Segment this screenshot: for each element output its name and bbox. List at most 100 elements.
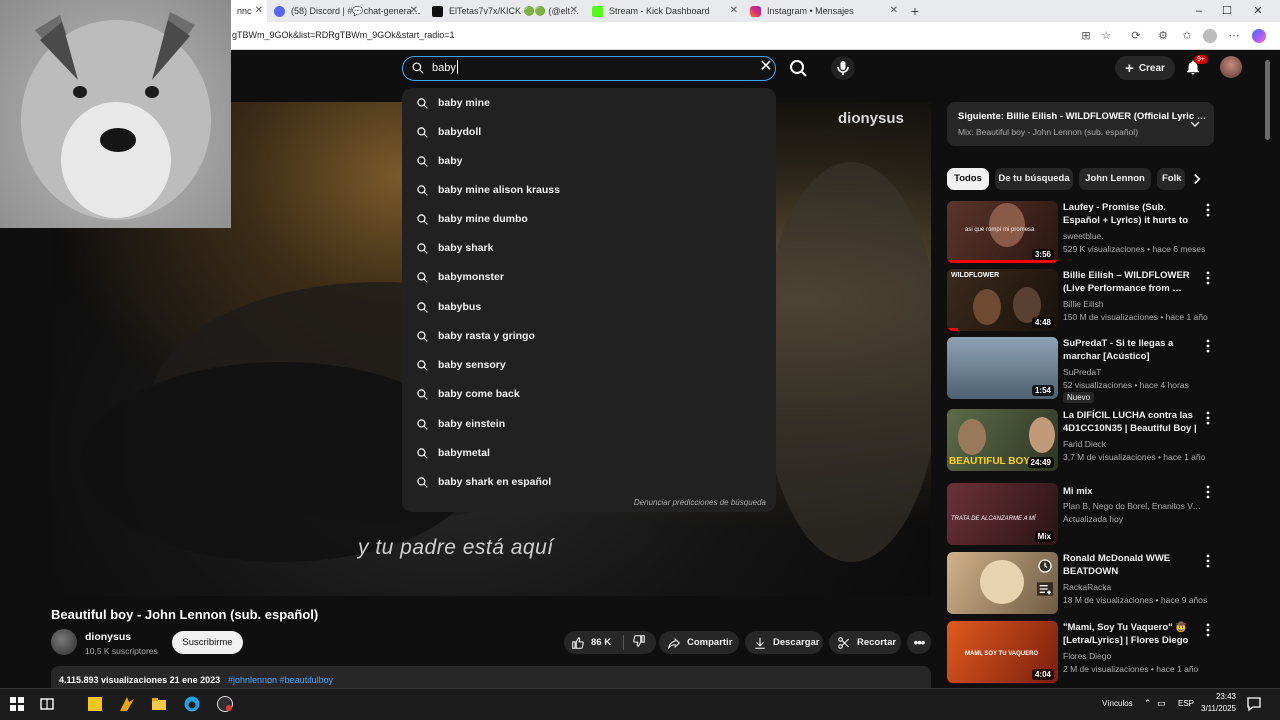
links-toolbar[interactable]: Vínculos: [1102, 699, 1133, 708]
page-scrollbar[interactable]: [1262, 50, 1280, 688]
sticky-notes-icon[interactable]: [86, 695, 104, 713]
tray-chevron-icon[interactable]: ⌃: [1144, 698, 1152, 709]
streaming-app-icon[interactable]: [118, 695, 136, 713]
recommended-video[interactable]: Ronald McDonald WWE BEATDOWN RackaRacka …: [947, 552, 1215, 616]
chip-from-search[interactable]: De tu búsqueda: [995, 168, 1073, 190]
more-vertical-icon[interactable]: [1204, 203, 1212, 217]
browser-tab-kick-channel[interactable]: ElTetas7v7x/KICK 🟢🟢 (@elteta… ✕: [426, 0, 582, 22]
recommended-video[interactable]: 1:54 SuPredaT - Si te llegas a marchar […: [947, 337, 1215, 403]
input-language[interactable]: ESP: [1178, 699, 1194, 708]
share-button[interactable]: Compartir: [659, 631, 739, 654]
video-thumbnail[interactable]: MAMI, SOY TU VAQUERO 4:04: [947, 621, 1058, 683]
chevron-down-icon[interactable]: [1187, 116, 1203, 132]
recommended-mix[interactable]: TRATA DE ALCANZARME A MÍ Mix Mi mix Plan…: [947, 483, 1215, 547]
url-field[interactable]: gTBWm_9GOk&list=RDRgTBWm_9GOk&start_radi…: [232, 30, 455, 40]
browser-tab-kick-dashboard[interactable]: Stream - Kick Dashboard ✕: [586, 0, 742, 22]
clock-icon[interactable]: [1037, 558, 1053, 574]
chip-folk[interactable]: Folk: [1157, 168, 1185, 190]
video-thumbnail[interactable]: asi que rompí mi promesa 3:56: [947, 201, 1058, 263]
file-explorer-icon[interactable]: [150, 695, 168, 713]
more-vertical-icon[interactable]: [1204, 554, 1212, 568]
extensions-icon[interactable]: ⚙: [1156, 29, 1170, 43]
video-thumbnail[interactable]: [947, 552, 1058, 614]
browser-tab-youtube[interactable]: nnc ✕: [231, 0, 267, 22]
chip-all[interactable]: Todos: [947, 168, 989, 190]
chevron-right-icon[interactable]: [1188, 170, 1206, 188]
refresh-icon[interactable]: ⟳: [1129, 29, 1143, 43]
voice-search-button[interactable]: [831, 56, 855, 80]
up-next-card[interactable]: [947, 102, 1214, 146]
notifications-button[interactable]: 9+: [1184, 55, 1208, 76]
clock-date[interactable]: 3/11/2025: [1200, 704, 1236, 713]
tab-close-icon[interactable]: ✕: [255, 5, 263, 16]
notifications-center-icon[interactable]: [1245, 695, 1263, 713]
suggestion-item[interactable]: babybus: [416, 297, 481, 317]
more-vertical-icon[interactable]: [1204, 485, 1212, 499]
maximize-button[interactable]: ☐: [1216, 2, 1238, 20]
add-to-queue-icon[interactable]: [1037, 582, 1053, 596]
close-window-button[interactable]: ✕: [1247, 2, 1269, 20]
suggestion-item[interactable]: babymonster: [416, 267, 504, 287]
suggestion-item[interactable]: baby rasta y gringo: [416, 326, 535, 346]
suggestion-item[interactable]: baby shark en español: [416, 472, 551, 492]
install-app-icon[interactable]: ⊞: [1079, 29, 1093, 43]
recommended-video[interactable]: MAMI, SOY TU VAQUERO 4:04 "Mami, Soy Tu …: [947, 621, 1215, 685]
create-button[interactable]: + Crear: [1115, 56, 1175, 80]
browser-tab-instagram[interactable]: Instagram • Mensajes ✕: [744, 0, 902, 22]
channel-avatar[interactable]: [51, 629, 77, 655]
video-thumbnail[interactable]: BEAUTIFUL BOY 24:49: [947, 409, 1058, 471]
dislike-button[interactable]: [632, 634, 652, 651]
tab-close-icon[interactable]: ✕: [730, 5, 738, 16]
suggestion-item[interactable]: baby come back: [416, 384, 520, 404]
suggestion-item[interactable]: baby shark: [416, 238, 493, 258]
browser-menu-icon[interactable]: ⋯: [1227, 29, 1241, 43]
tab-close-icon[interactable]: ✕: [410, 5, 418, 16]
suggestion-item[interactable]: baby mine: [416, 93, 490, 113]
favorite-star-icon[interactable]: ☆: [1099, 29, 1113, 43]
more-vertical-icon[interactable]: [1204, 623, 1212, 637]
new-tab-button[interactable]: +: [906, 2, 924, 20]
report-predictions-link[interactable]: Denunciar predicciones de búsqueda: [634, 498, 766, 507]
suggestion-item[interactable]: babydoll: [416, 122, 481, 142]
battery-icon[interactable]: ▭: [1157, 698, 1166, 709]
search-input[interactable]: [432, 61, 732, 75]
clock-time[interactable]: 23:43: [1208, 692, 1236, 701]
more-vertical-icon[interactable]: [1204, 339, 1212, 353]
search-button[interactable]: [786, 56, 810, 80]
task-view-icon[interactable]: [38, 695, 56, 713]
subscribe-button[interactable]: Suscribirme: [172, 631, 243, 654]
account-avatar[interactable]: [1220, 56, 1242, 78]
recommended-video[interactable]: WILDFLOWER 4:48 Billie Eilish – WILDFLOW…: [947, 269, 1215, 333]
suggestion-item[interactable]: babymetal: [416, 443, 490, 463]
recommended-video[interactable]: asi que rompí mi promesa 3:56 Laufey - P…: [947, 201, 1215, 265]
suggestion-item[interactable]: baby einstein: [416, 414, 505, 434]
tab-close-icon[interactable]: ✕: [890, 5, 898, 16]
hashtags[interactable]: #johnlennon #beautifulboy: [228, 675, 333, 685]
suggestion-item[interactable]: baby: [416, 151, 463, 171]
more-actions-button[interactable]: •••: [907, 631, 931, 654]
edge-browser-icon[interactable]: [183, 695, 201, 713]
suggestion-item[interactable]: baby sensory: [416, 355, 506, 375]
video-thumbnail[interactable]: TRATA DE ALCANZARME A MÍ Mix: [947, 483, 1058, 545]
more-vertical-icon[interactable]: [1204, 271, 1212, 285]
suggestion-item[interactable]: baby mine alison krauss: [416, 180, 560, 200]
tab-close-icon[interactable]: ✕: [570, 5, 578, 16]
minimize-button[interactable]: –: [1188, 2, 1210, 20]
video-thumbnail[interactable]: WILDFLOWER 4:48: [947, 269, 1058, 331]
recommended-video[interactable]: BEAUTIFUL BOY 24:49 La DIFÍCIL LUCHA con…: [947, 409, 1215, 473]
scrollbar-thumb[interactable]: [1265, 60, 1270, 140]
video-thumbnail[interactable]: 1:54: [947, 337, 1058, 399]
like-button[interactable]: 86 K: [571, 636, 623, 650]
chip-john-lennon[interactable]: John Lennon: [1079, 168, 1151, 190]
windows-start-icon[interactable]: [8, 695, 26, 713]
suggestion-item[interactable]: baby mine dumbo: [416, 209, 528, 229]
clip-button[interactable]: Recortar: [829, 631, 901, 654]
copilot-icon[interactable]: [1252, 29, 1266, 43]
obs-icon[interactable]: [216, 695, 234, 713]
download-button[interactable]: Descargar: [745, 631, 823, 654]
browser-tab-discord[interactable]: (58) Discord | #💬chat-general | … ✕: [268, 0, 422, 22]
clear-search-button[interactable]: ✕: [758, 59, 774, 75]
favorites-icon[interactable]: ✩: [1180, 29, 1194, 43]
profile-avatar-icon[interactable]: [1203, 29, 1217, 43]
channel-name[interactable]: dionysus: [85, 631, 131, 643]
